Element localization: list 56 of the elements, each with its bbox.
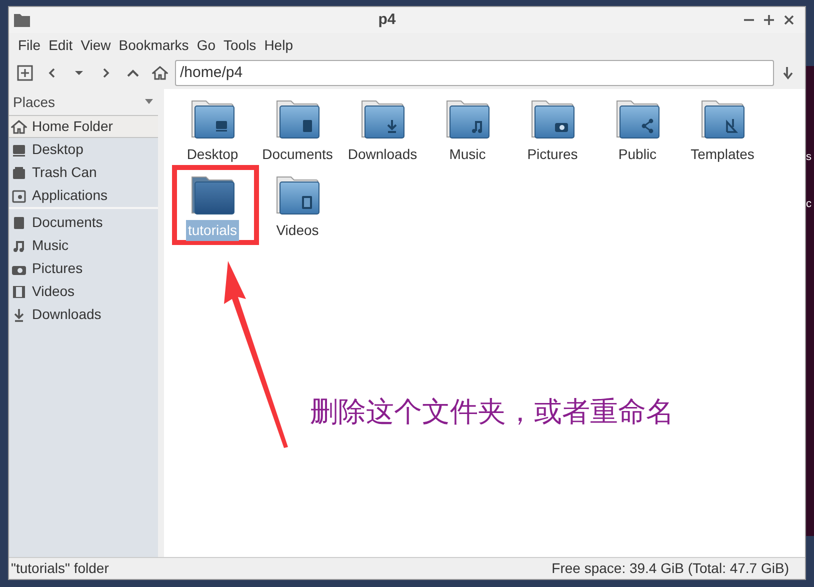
sidebar-item[interactable]: Documents [9,211,158,234]
folder-name: Pictures [526,145,579,164]
menu-item[interactable]: Edit [44,32,77,58]
folder-item[interactable]: Pictures [510,95,595,171]
free-space-text: Free space: 39.4 GiB (Total: 47.7 GiB) [552,559,790,578]
menu-item[interactable]: Help [260,32,297,58]
folder-item[interactable]: Downloads [340,95,425,171]
status-text: "tutorials" folder [11,559,109,578]
trash-icon [11,164,27,180]
folder-name: Public [617,145,658,164]
location-field[interactable]: /home/p4 [175,60,774,86]
folder-name: Videos [275,221,320,240]
terminal-text: c [806,199,812,210]
menu-item[interactable]: File [14,32,45,58]
folder-item[interactable]: Documents [255,95,340,171]
folder-item[interactable]: Videos [255,171,340,247]
folder-name: Documents [261,145,334,164]
back-icon [47,67,57,79]
sidebar-item[interactable]: Trash Can [9,161,158,184]
annotation-text: 删除这个文件夹，或者重命名 [310,394,674,430]
menu-item[interactable]: View [76,32,115,58]
arrow-down-icon [783,66,795,80]
sidebar-item[interactable]: Desktop [9,138,158,161]
folder-name: Templates [690,145,756,164]
forward-icon [101,67,111,79]
caret-icon [74,70,84,76]
sidebar-item[interactable]: Videos [9,280,158,303]
window-title: p4 [377,10,397,30]
up-icon [127,68,139,78]
folder-name: Downloads [346,145,418,164]
folder-name: Desktop [186,145,240,164]
apps-icon [11,188,27,204]
close-icon[interactable] [783,14,795,26]
sidebar-item[interactable]: Music [9,234,158,257]
menu-item[interactable]: Bookmarks [114,32,193,58]
home-icon [152,65,168,81]
sidebar-item[interactable]: Applications [9,184,158,207]
maximize-icon[interactable] [763,14,775,26]
sidebar-item[interactable]: Downloads [9,303,158,326]
documents-icon [11,214,27,230]
menu-item[interactable]: Tools [220,32,260,58]
home-icon [11,118,27,134]
menu-item[interactable]: Go [192,32,220,58]
terminal-text: s [806,152,812,163]
folder-icon [13,12,31,28]
folder-name: tutorials [186,220,240,241]
folder-name: Music [448,145,487,164]
new-tab-icon [16,64,34,82]
folder-item[interactable]: Public [595,95,680,171]
folder-item[interactable]: Desktop [170,95,255,171]
sidebar-item[interactable]: Pictures [9,257,158,280]
caret-icon[interactable] [144,99,154,105]
folder-item[interactable]: Music [425,95,510,171]
folder-item[interactable]: Templates [680,95,765,171]
sidebar-item[interactable]: Home Folder [9,115,158,138]
places-label: Places [13,92,56,112]
